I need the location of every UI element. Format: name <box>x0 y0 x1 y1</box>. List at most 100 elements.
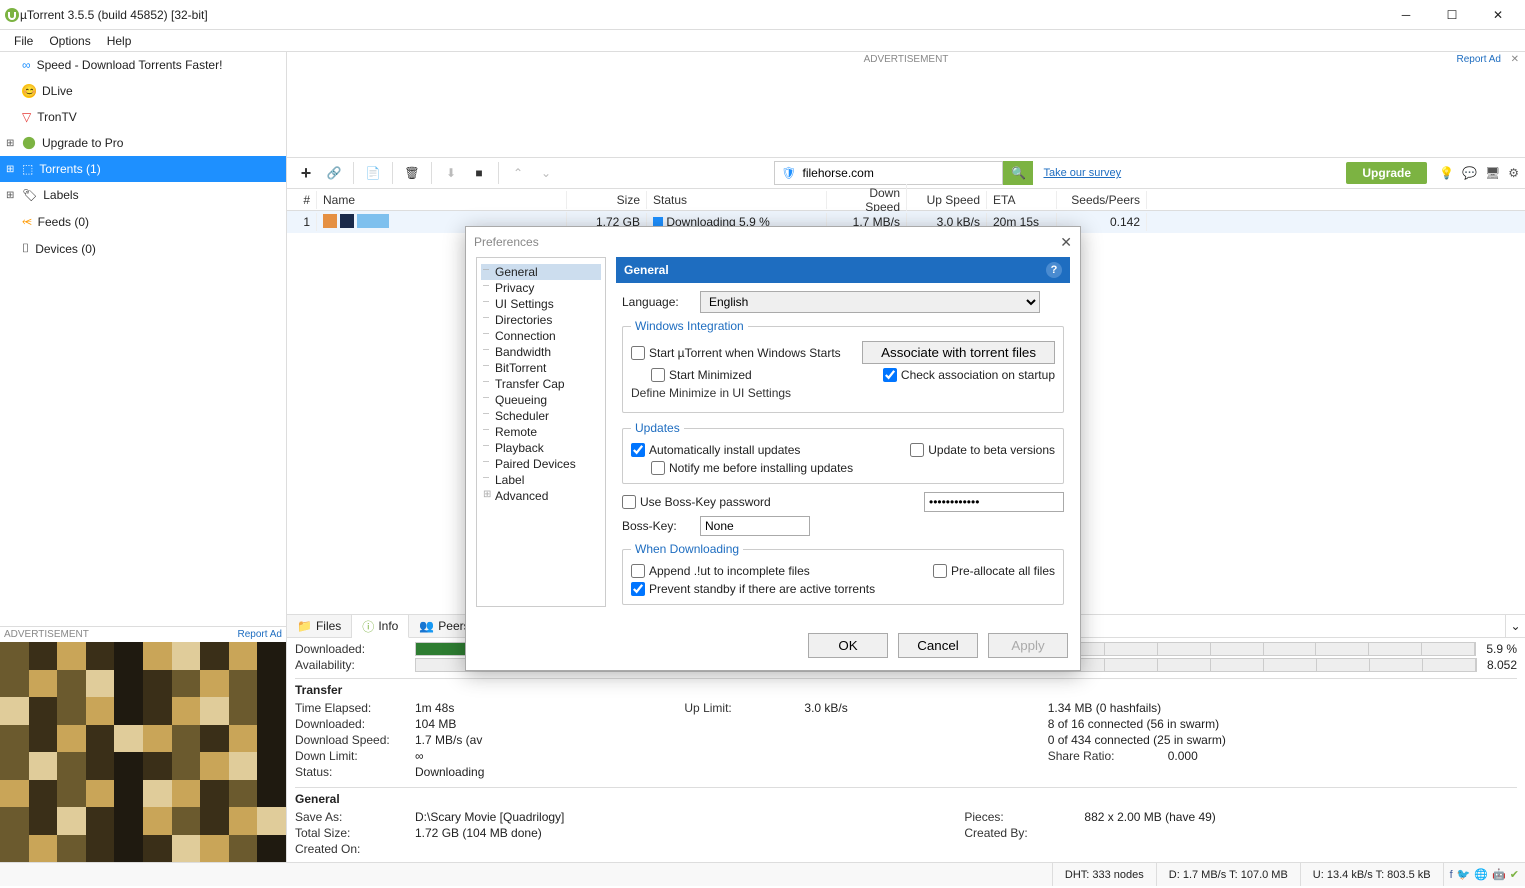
globe-icon[interactable]: 🌐 <box>1474 868 1488 881</box>
settings-icon[interactable]: ⚙ <box>1508 166 1519 180</box>
prefs-cat-bittorrent[interactable]: BitTorrent <box>481 360 601 376</box>
create-torrent-button[interactable]: 📄 <box>360 160 386 186</box>
chat-icon[interactable]: 💬 <box>1462 166 1477 180</box>
sidebar-item-upgrade[interactable]: ⊞Upgrade to Pro <box>0 130 286 156</box>
add-url-button[interactable]: 🔗 <box>321 160 347 186</box>
move-down-button[interactable]: ⌄ <box>533 160 559 186</box>
prefs-cat-general[interactable]: General <box>481 264 601 280</box>
prefs-cat-privacy[interactable]: Privacy <box>481 280 601 296</box>
status-dht[interactable]: DHT: 333 nodes <box>1053 863 1157 886</box>
sidebar-item-labels[interactable]: ⊞🏷Labels <box>0 182 286 208</box>
prefs-cat-label[interactable]: Label <box>481 472 601 488</box>
language-select[interactable]: English <box>700 291 1040 313</box>
bosskey-password-input[interactable] <box>924 492 1064 512</box>
maximize-button[interactable]: ☐ <box>1429 0 1475 30</box>
prefs-cat-bandwidth[interactable]: Bandwidth <box>481 344 601 360</box>
shield-icon: 🛡 <box>781 166 796 180</box>
prefs-section-header: General ? <box>616 257 1070 283</box>
prefs-cat-queueing[interactable]: Queueing <box>481 392 601 408</box>
sidebar-item-devices[interactable]: ⌷Devices (0) <box>0 235 286 262</box>
remove-button[interactable]: 🗑 <box>399 160 425 186</box>
prefs-cat-paired[interactable]: Paired Devices <box>481 456 601 472</box>
sidebar-ad-label: ADVERTISEMENT Report Ad <box>0 626 286 642</box>
sidebar-item-speed[interactable]: ∞Speed - Download Torrents Faster! <box>0 52 286 78</box>
chk-append-ut[interactable]: Append .!ut to incomplete files <box>631 564 810 578</box>
prefs-cat-connection[interactable]: Connection <box>481 328 601 344</box>
fieldset-when-downloading: When Downloading Append .!ut to incomple… <box>622 542 1064 605</box>
menubar: File Options Help <box>0 30 1525 52</box>
prefs-cat-playback[interactable]: Playback <box>481 440 601 456</box>
prefs-cat-advanced[interactable]: Advanced <box>481 488 601 504</box>
search-input[interactable] <box>802 166 1002 180</box>
search-button[interactable]: 🔍 <box>1003 161 1033 185</box>
prefs-cat-directories[interactable]: Directories <box>481 312 601 328</box>
top-report-ad-link[interactable]: Report Ad <box>1457 54 1501 65</box>
prefs-apply-button[interactable]: Apply <box>988 633 1068 658</box>
chk-notify-updates[interactable]: Notify me before installing updates <box>631 461 1055 475</box>
col-header-up[interactable]: Up Speed <box>907 191 987 209</box>
close-ad-icon[interactable]: ✕ <box>1511 54 1519 65</box>
move-up-button[interactable]: ⌃ <box>505 160 531 186</box>
help-icon[interactable]: ? <box>1046 262 1062 278</box>
statusbar: DHT: 333 nodes D: 1.7 MB/s T: 107.0 MB U… <box>0 862 1525 886</box>
col-header-size[interactable]: Size <box>567 191 647 209</box>
col-header-num[interactable]: # <box>287 191 317 209</box>
chk-start-minimized[interactable]: Start Minimized <box>631 368 752 382</box>
start-button[interactable]: ⬇ <box>438 160 464 186</box>
col-header-seeds[interactable]: Seeds/Peers <box>1057 191 1147 209</box>
sidebar-item-trontv[interactable]: ▽TronTV <box>0 104 286 130</box>
add-torrent-button[interactable]: + <box>293 160 319 186</box>
sidebar-report-ad-link[interactable]: Report Ad <box>238 629 282 640</box>
col-header-eta[interactable]: ETA <box>987 191 1057 209</box>
top-ad-banner[interactable] <box>287 67 1525 157</box>
preferences-dialog: Preferences ✕ General Privacy UI Setting… <box>465 226 1081 671</box>
info-tabs-dropdown[interactable]: ⌄ <box>1505 615 1525 637</box>
menu-help[interactable]: Help <box>99 32 140 50</box>
sidebar-item-torrents[interactable]: ⊞⬚Torrents (1) <box>0 156 286 182</box>
prefs-ok-button[interactable]: OK <box>808 633 888 658</box>
facebook-icon[interactable]: f <box>1450 869 1453 881</box>
tab-files[interactable]: 📁 Files <box>287 615 352 637</box>
chk-prevent-standby[interactable]: Prevent standby if there are active torr… <box>631 582 1055 596</box>
search-box: 🛡 <box>774 161 1003 185</box>
stop-button[interactable]: ■ <box>466 160 492 186</box>
minimize-button[interactable]: ─ <box>1383 0 1429 30</box>
prefs-cat-scheduler[interactable]: Scheduler <box>481 408 601 424</box>
chk-prealloc[interactable]: Pre-allocate all files <box>933 564 1055 578</box>
upgrade-button[interactable]: Upgrade <box>1346 162 1427 184</box>
close-button[interactable]: ✕ <box>1475 0 1521 30</box>
menu-options[interactable]: Options <box>41 32 98 50</box>
android-icon[interactable]: 🤖 <box>1492 868 1506 881</box>
prefs-cat-remote[interactable]: Remote <box>481 424 601 440</box>
sidebar-ad-image[interactable] <box>0 642 286 862</box>
prefs-cat-ui[interactable]: UI Settings <box>481 296 601 312</box>
twitter-icon[interactable]: 🐦 <box>1457 868 1471 881</box>
prefs-cat-transfercap[interactable]: Transfer Cap <box>481 376 601 392</box>
tab-info[interactable]: ⓘ Info <box>352 615 409 638</box>
remote-icon[interactable]: 🖥 <box>1485 166 1500 180</box>
menu-file[interactable]: File <box>6 32 41 50</box>
prefs-category-tree: General Privacy UI Settings Directories … <box>476 257 606 607</box>
survey-link[interactable]: Take our survey <box>1043 167 1121 179</box>
dialog-titlebar[interactable]: Preferences ✕ <box>466 227 1080 257</box>
chk-bosskey-pw[interactable]: Use Boss-Key password <box>622 495 771 509</box>
chk-start-windows[interactable]: Start µTorrent when Windows Starts <box>631 346 841 360</box>
sidebar-item-dlive[interactable]: 😊DLive <box>0 78 286 104</box>
status-up[interactable]: U: 13.4 kB/s T: 803.5 kB <box>1301 863 1444 886</box>
bosskey-input[interactable] <box>700 516 810 536</box>
dialog-close-button[interactable]: ✕ <box>1060 234 1072 251</box>
torrent-list-header: # Name Size Status Down Speed Up Speed E… <box>287 189 1525 211</box>
prefs-cancel-button[interactable]: Cancel <box>898 633 978 658</box>
info-panel: Downloaded:5.9 % Availability:8.052 Tran… <box>287 638 1525 862</box>
status-down[interactable]: D: 1.7 MB/s T: 107.0 MB <box>1157 863 1301 886</box>
chk-auto-updates[interactable]: Automatically install updates <box>631 443 800 457</box>
window-title: µTorrent 3.5.5 (build 45852) [32-bit] <box>20 8 208 22</box>
chk-check-assoc[interactable]: Check association on startup <box>883 368 1055 382</box>
associate-button[interactable]: Associate with torrent files <box>862 341 1055 364</box>
bulb-icon[interactable]: 💡 <box>1439 166 1454 180</box>
status-ok-icon[interactable]: ✔ <box>1510 868 1519 881</box>
chk-beta-updates[interactable]: Update to beta versions <box>910 443 1055 457</box>
col-header-name[interactable]: Name <box>317 191 567 209</box>
col-header-status[interactable]: Status <box>647 191 827 209</box>
sidebar-item-feeds[interactable]: ⥷Feeds (0) <box>0 208 286 235</box>
